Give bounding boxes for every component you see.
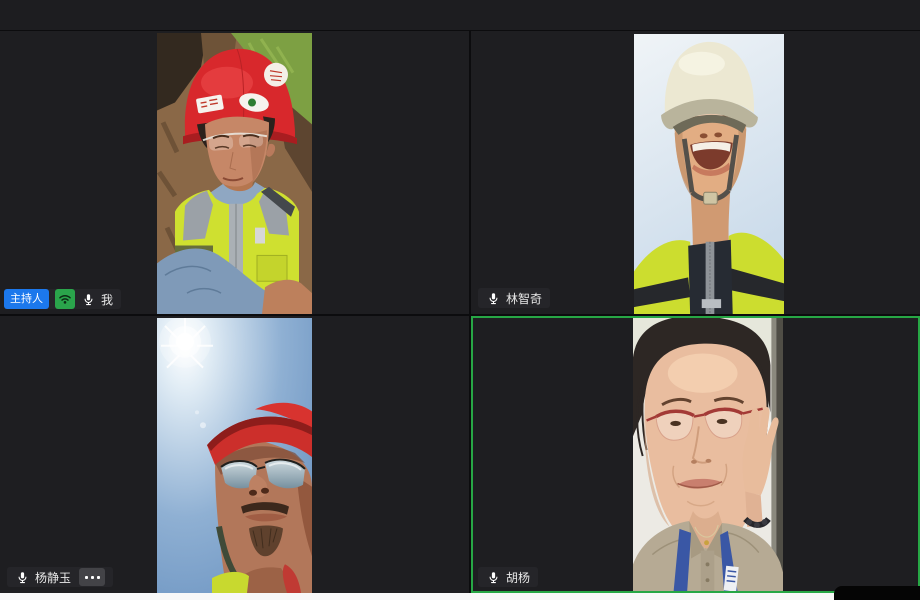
participant-label-yang-jingyu: 杨静玉 (7, 567, 113, 587)
video-illustration-yang-jingyu (157, 318, 312, 593)
video-illustration-hu-yang (633, 318, 783, 591)
video-feed-lin-zhiqi (634, 34, 784, 314)
mic-icon (486, 569, 500, 585)
bottom-right-overlay (834, 586, 920, 600)
participant-name: 胡杨 (506, 569, 530, 586)
participant-label-lin-zhiqi: 林智奇 (478, 288, 550, 308)
video-illustration-lin-zhiqi (634, 34, 784, 314)
participant-name: 林智奇 (506, 290, 542, 307)
more-options-button[interactable] (79, 568, 105, 586)
host-badge: 主持人 (4, 289, 49, 309)
participant-label-me: 主持人 我 (4, 289, 121, 309)
participant-label-hu-yang: 胡杨 (478, 567, 538, 587)
participant-tile-yang-jingyu[interactable]: 杨静玉 (0, 316, 469, 593)
participant-name: 杨静玉 (35, 569, 71, 586)
video-grid: 主持人 我 (0, 30, 920, 593)
video-illustration-me (157, 33, 312, 314)
window-top-bar (0, 0, 920, 30)
video-feed-hu-yang (633, 318, 783, 591)
participant-name: 我 (101, 291, 113, 308)
ellipsis-icon (85, 576, 88, 579)
mic-icon (81, 291, 95, 307)
network-quality-icon (55, 289, 75, 309)
mic-icon (15, 569, 29, 585)
meeting-window: 主持人 我 (0, 0, 920, 600)
participant-tile-me[interactable]: 主持人 我 (0, 31, 469, 314)
window-bottom-edge (0, 593, 834, 600)
participant-tile-lin-zhiqi[interactable]: 林智奇 (471, 31, 920, 314)
mic-icon (486, 290, 500, 306)
video-feed-yang-jingyu (157, 318, 312, 593)
video-feed-me (157, 33, 312, 314)
participant-tile-hu-yang[interactable]: 胡杨 (471, 316, 920, 593)
